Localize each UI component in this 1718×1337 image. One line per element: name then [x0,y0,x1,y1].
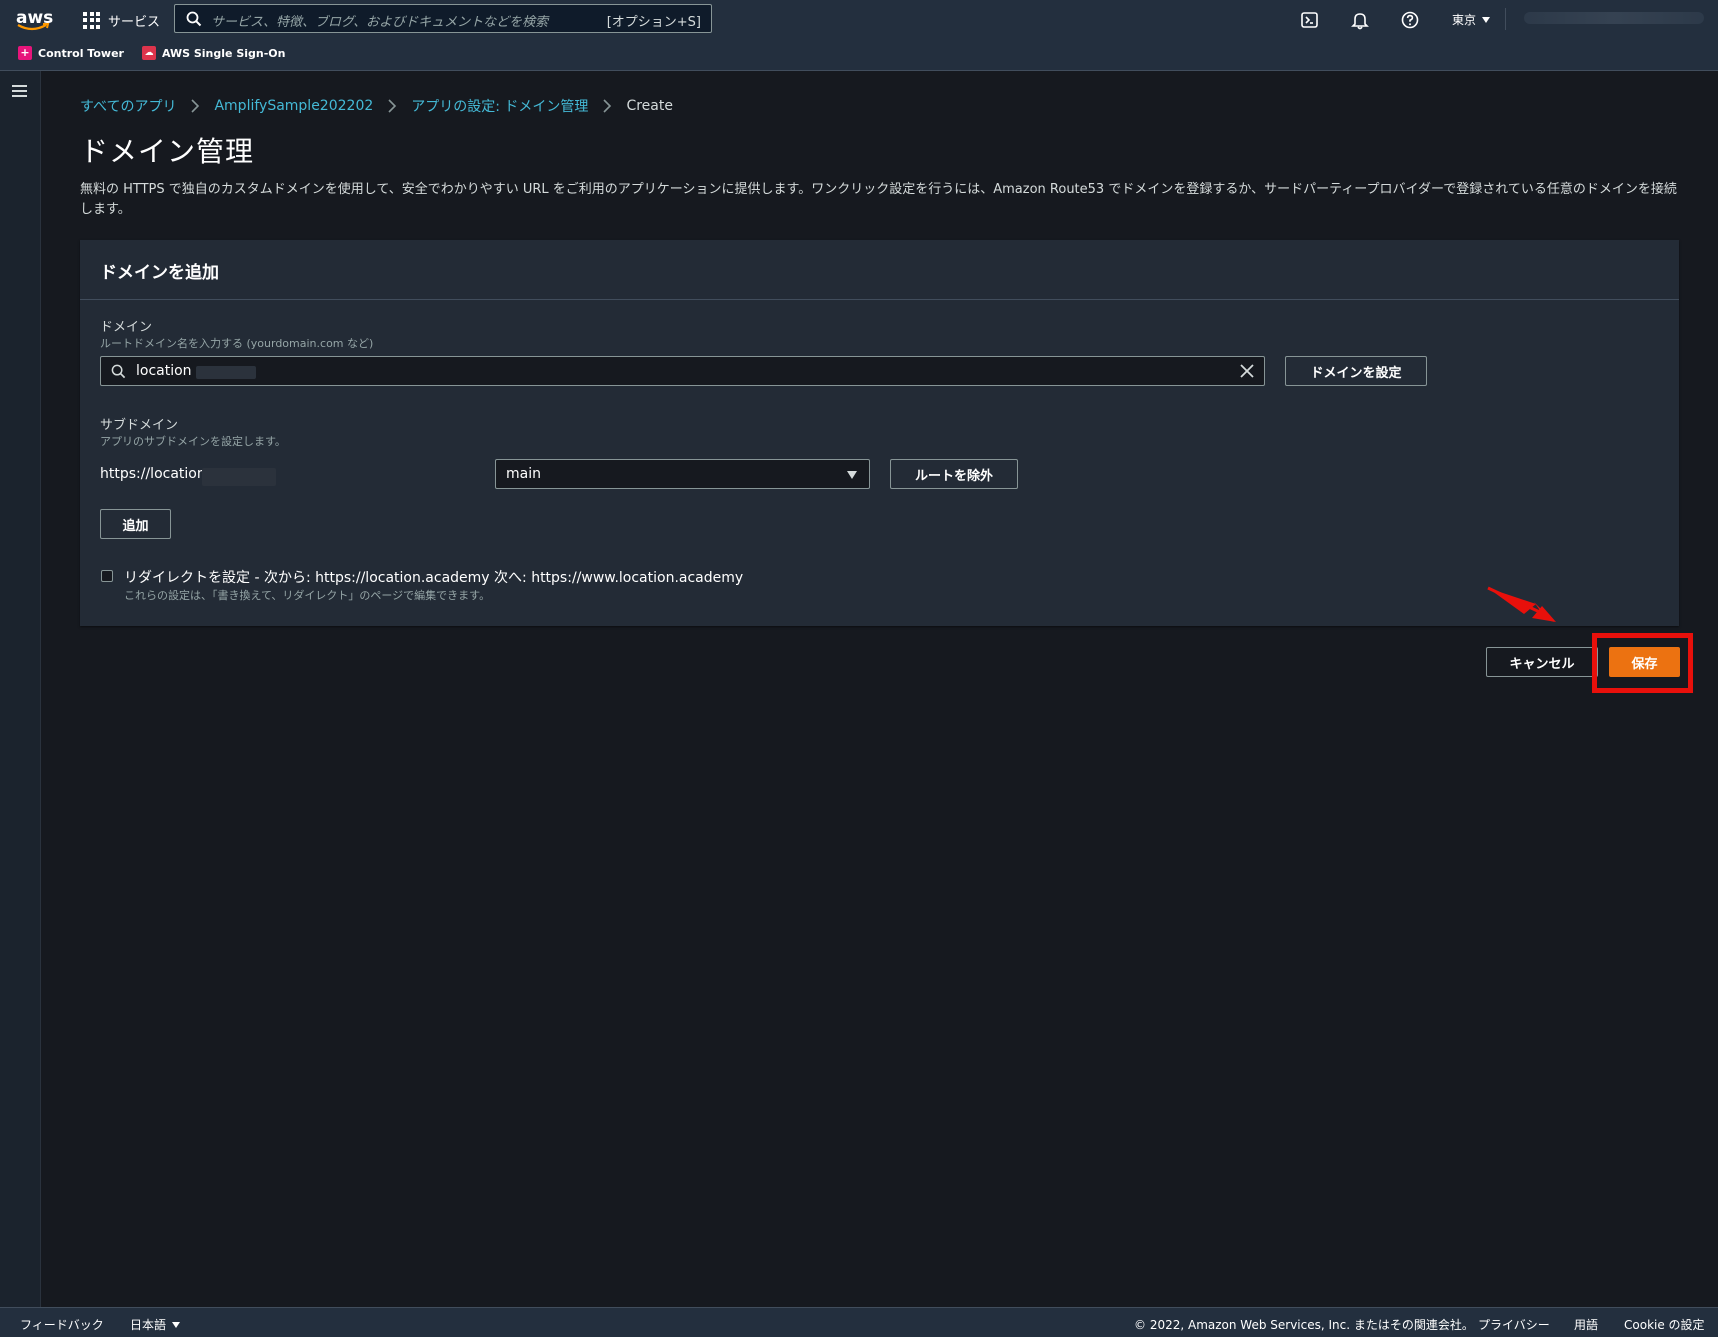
sso-icon: ☁ [141,46,156,60]
side-navigation-rail [0,71,41,1307]
domain-input-value: location [136,363,192,379]
region-label: 東京 [1452,13,1477,27]
control-tower-icon: + [18,46,32,60]
cancel-button[interactable]: キャンセル [1486,647,1598,677]
search-icon [186,11,202,27]
caret-down-icon [1482,16,1491,23]
terms-link[interactable]: 用語 [1574,1316,1598,1333]
aws-logo[interactable]: aws [16,8,53,32]
domain-label: ドメイン [100,320,153,335]
subdomain-label: サブドメイン [100,418,179,433]
redacted-text [202,468,276,486]
favorite-control-tower[interactable]: + Control Tower [18,46,124,60]
language-label: 日本語 [130,1318,167,1332]
divider [1505,8,1506,30]
caret-down-icon [847,471,857,479]
caret-down-icon [172,1321,181,1328]
branch-select-value: main [506,466,541,482]
breadcrumb-current: Create [626,98,673,114]
language-selector[interactable]: 日本語 [130,1316,181,1333]
domain-hint: ルートドメイン名を入力する (yourdomain.com など) [100,337,374,350]
clear-icon[interactable] [1240,364,1254,378]
favorite-sso[interactable]: ☁ AWS Single Sign-On [141,46,286,60]
favorite-label: Control Tower [38,46,124,60]
page-description: 無料の HTTPS で独自のカスタムドメインを使用して、安全でわかりやすい UR… [80,182,1677,217]
breadcrumb-link-app[interactable]: AmplifySample202202 [214,98,373,114]
aws-smile-icon [17,23,50,31]
region-selector[interactable]: 東京 [1452,11,1491,28]
top-navigation: aws サービス サービス、特徴、ブログ、およびドキュメントなどを検索 [オプシ… [0,0,1718,71]
chevron-right-icon [388,99,397,113]
search-shortcut: [オプション+S] [606,15,701,30]
redirect-checkbox[interactable] [101,570,113,582]
breadcrumb-link-domain-management[interactable]: アプリの設定: ドメイン管理 [411,96,588,116]
global-search-input[interactable]: サービス、特徴、ブログ、およびドキュメントなどを検索 [オプション+S] [174,4,712,33]
add-subdomain-button[interactable]: 追加 [100,509,171,539]
account-menu[interactable] [1524,12,1704,24]
help-icon[interactable] [1400,10,1420,30]
subdomain-prefix: https://location [100,466,206,482]
search-placeholder: サービス、特徴、ブログ、およびドキュメントなどを検索 [211,15,549,30]
cookie-settings-link[interactable]: Cookie の設定 [1624,1316,1705,1333]
panel-header: ドメインを追加 [80,240,1679,300]
grid-icon [83,11,100,29]
redirect-label: リダイレクトを設定 - 次から: https://location.academ… [124,570,744,586]
cloudshell-icon[interactable] [1300,10,1320,30]
breadcrumb: すべてのアプリ AmplifySample202202 アプリの設定: ドメイン… [80,96,673,116]
feedback-link[interactable]: フィードバック [20,1316,104,1333]
add-domain-panel: ドメインを追加 ドメイン ルートドメイン名を入力する (yourdomain.c… [80,240,1679,626]
copyright: © 2022, Amazon Web Services, Inc. またはその関… [1134,1318,1474,1332]
favorite-label: AWS Single Sign-On [161,46,286,60]
search-icon [111,364,126,379]
branch-select[interactable]: main [495,459,870,489]
favorites-bar: + Control Tower ☁ AWS Single Sign-On [18,46,285,60]
chevron-right-icon [191,99,200,113]
redirect-hint: これらの設定は、「書き換えて、リダイレクト」のページで編集できます。 [124,589,491,602]
services-label: サービス [108,14,161,30]
bell-icon[interactable] [1350,10,1370,30]
breadcrumb-link-all-apps[interactable]: すべてのアプリ [80,96,176,116]
panel-title: ドメインを追加 [100,263,219,283]
red-arrow-annotation [1487,586,1556,622]
page-title: ドメイン管理 [80,135,255,168]
services-menu-button[interactable]: サービス [83,10,160,30]
save-button[interactable]: 保存 [1609,647,1680,677]
subdomain-hint: アプリのサブドメインを設定します。 [100,435,286,448]
redacted-text [196,366,256,379]
privacy-link[interactable]: プライバシー [1478,1316,1550,1333]
menu-icon[interactable] [12,85,27,97]
chevron-right-icon [603,99,612,113]
exclude-root-button[interactable]: ルートを除外 [890,459,1018,489]
configure-domain-button[interactable]: ドメインを設定 [1285,356,1427,386]
footer: フィードバック 日本語 © 2022, Amazon Web Services,… [0,1307,1718,1337]
domain-input[interactable]: location [100,356,1265,386]
